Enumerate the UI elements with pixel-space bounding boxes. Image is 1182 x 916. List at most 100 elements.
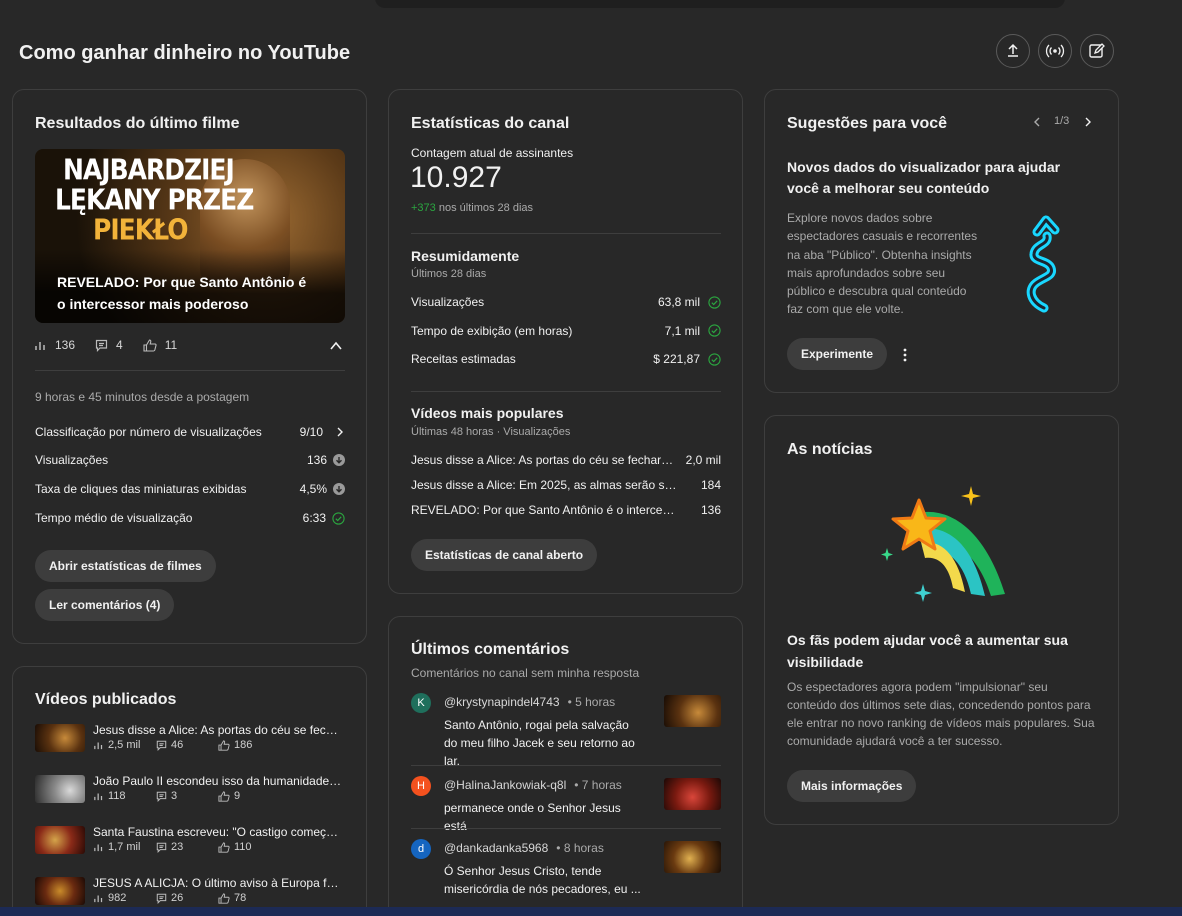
latest-video-title: REVELADO: Por que Santo Antônio é o inte… <box>57 274 307 312</box>
summary-label: Tempo de exibição (em horas) <box>411 323 573 338</box>
commenter-username[interactable]: @HalinaJankowiak-q8l <box>444 778 566 792</box>
video-thumbnail[interactable] <box>35 826 85 854</box>
search-bar[interactable] <box>375 0 1065 8</box>
arrow-down-circle-icon <box>333 454 345 466</box>
metric-value: 6:33 <box>302 511 326 525</box>
video-title[interactable]: Santa Faustina escreveu: "O castigo come… <box>93 825 343 839</box>
open-channel-analytics-button[interactable]: Estatísticas de canal aberto <box>411 539 598 571</box>
comment-icon <box>156 740 167 751</box>
views-count: 118 <box>108 790 126 802</box>
views-bar-icon <box>94 791 104 801</box>
metric-row-rank[interactable]: Classificação por número de visualizaçõe… <box>35 425 345 439</box>
metric-label: Visualizações <box>35 453 109 467</box>
popular-video-row[interactable]: REVELADO: Por que Santo Antônio é o inte… <box>411 503 721 517</box>
views-count: 2,5 mil <box>108 739 141 751</box>
popular-video-title: Jesus disse a Alice: As portas do céu se… <box>411 453 679 467</box>
subscribers-count: 10.927 <box>410 161 502 194</box>
comment-icon <box>156 791 167 802</box>
likes-count: 110 <box>234 841 252 853</box>
comments-count: 3 <box>171 790 178 802</box>
views-bar-icon <box>94 842 104 852</box>
like-icon <box>218 892 230 904</box>
video-title[interactable]: Jesus disse a Alice: As portas do céu se… <box>93 723 343 737</box>
video-stats: 118 3 9 <box>94 790 278 802</box>
create-post-button[interactable] <box>1080 34 1114 68</box>
posted-time: 9 horas e 45 minutos desde a postagem <box>35 390 250 404</box>
comment-time: • 5 horas <box>567 695 616 709</box>
summary-value: 63,8 mil <box>657 295 700 309</box>
news-card: As notícias Os fãs podem ajudar você a a… <box>764 415 1119 825</box>
video-stats: 982 26 78 <box>94 892 278 904</box>
suggestion-heading: Novos dados do visualizador para ajudar … <box>787 159 1061 196</box>
divider <box>35 370 345 371</box>
header-actions <box>996 34 1114 68</box>
metric-label: Tempo médio de visualização <box>35 511 193 525</box>
like-icon <box>143 338 157 352</box>
comment-header: @HalinaJankowiak-q8l • 7 horas <box>444 778 622 792</box>
summary-label: Receitas estimadas <box>411 352 516 366</box>
chevron-up-icon[interactable] <box>329 339 343 353</box>
comments-count: 46 <box>171 739 184 751</box>
summary-row: Receitas estimadas $ 221,87 <box>411 352 721 366</box>
metric-value: 136 <box>306 453 327 467</box>
divider <box>411 765 721 766</box>
popular-title: Vídeos mais populares <box>411 405 564 421</box>
commenter-username[interactable]: @krystynapindel4743 <box>444 695 560 709</box>
comment-video-thumbnail[interactable] <box>664 778 721 810</box>
thumbnail-overlay-line-3: PIEKŁO <box>93 212 188 247</box>
metric-label: Classificação por número de visualizaçõe… <box>35 425 262 439</box>
video-thumbnail[interactable] <box>35 775 85 803</box>
views-count: 136 <box>55 338 76 352</box>
latest-video-thumbnail[interactable]: NAJBARDZIEJ LĘKANY PRZEZ PIEKŁO REVELADO… <box>35 149 345 323</box>
divider <box>411 233 721 234</box>
likes-count: 186 <box>234 739 253 751</box>
news-heading: Os fãs podem ajudar você a aumentar sua … <box>787 632 1068 670</box>
video-title[interactable]: JESUS A ALICJA: O último aviso à Europa … <box>93 876 343 890</box>
latest-comments-card: Últimos comentários Comentários no canal… <box>388 616 743 916</box>
comments-count: 23 <box>171 841 184 853</box>
comment-text: Santo Antônio, rogai pela salvação do me… <box>444 718 635 768</box>
more-info-button[interactable]: Mais informações <box>787 770 917 802</box>
go-live-button[interactable] <box>1038 34 1072 68</box>
comment-video-thumbnail[interactable] <box>664 695 721 727</box>
thumbnail-overlay-line-2: LĘKANY PRZEZ <box>55 182 254 217</box>
popular-video-row[interactable]: Jesus disse a Alice: Em 2025, as almas s… <box>411 478 721 492</box>
popular-video-row[interactable]: Jesus disse a Alice: As portas do céu se… <box>411 453 721 467</box>
open-video-analytics-button[interactable]: Abrir estatísticas de filmes <box>35 550 216 582</box>
chevron-right-icon[interactable] <box>1083 116 1093 128</box>
subscribers-delta: +373 nos últimos 28 dias <box>411 202 533 214</box>
page-title: Como ganhar dinheiro no YouTube <box>19 42 351 64</box>
divider <box>411 391 721 392</box>
summary-period: Últimos 28 dias <box>411 268 487 280</box>
video-thumbnail[interactable] <box>35 724 85 752</box>
comment-text: Ó Senhor Jesus Cristo, tende misericórdi… <box>444 864 641 896</box>
card-title: Vídeos publicados <box>35 691 177 708</box>
summary-value: $ 221,87 <box>653 352 700 366</box>
commenter-avatar[interactable]: d <box>411 839 431 859</box>
video-title[interactable]: João Paulo II escondeu isso da humanidad… <box>93 774 343 788</box>
read-comments-button[interactable]: Ler comentários (4) <box>35 589 175 621</box>
metric-row-ctr: Taxa de cliques das miniaturas exibidas … <box>35 482 345 496</box>
comments-count: 26 <box>171 892 184 904</box>
comment-video-thumbnail[interactable] <box>664 841 721 873</box>
check-circle-icon <box>708 352 721 366</box>
card-title: Últimos comentários <box>411 641 570 658</box>
more-options-icon[interactable] <box>903 348 907 362</box>
chevron-right-icon <box>337 427 343 437</box>
comment-text: permanece onde o Senhor Jesus está <box>444 801 621 833</box>
create-post-icon <box>1089 43 1105 58</box>
metric-label: Taxa de cliques das miniaturas exibidas <box>35 482 247 496</box>
try-suggestion-button[interactable]: Experimente <box>787 338 888 370</box>
published-videos-card: Vídeos publicados Jesus disse a Alice: A… <box>12 666 367 916</box>
popular-video-views: 184 <box>700 478 721 492</box>
commenter-avatar[interactable]: K <box>411 693 431 713</box>
metric-row-avg-duration: Tempo médio de visualização 6:33 <box>35 511 345 525</box>
commenter-avatar[interactable]: H <box>411 776 431 796</box>
upload-button[interactable] <box>996 34 1030 68</box>
views-bar-icon <box>94 893 104 903</box>
video-thumbnail[interactable] <box>35 877 85 905</box>
views-count: 982 <box>108 892 127 904</box>
commenter-username[interactable]: @dankadanka5968 <box>444 841 548 855</box>
chevron-left-icon[interactable] <box>1032 116 1042 128</box>
latest-video-card: Resultados do último filme NAJBARDZIEJ L… <box>12 89 367 644</box>
